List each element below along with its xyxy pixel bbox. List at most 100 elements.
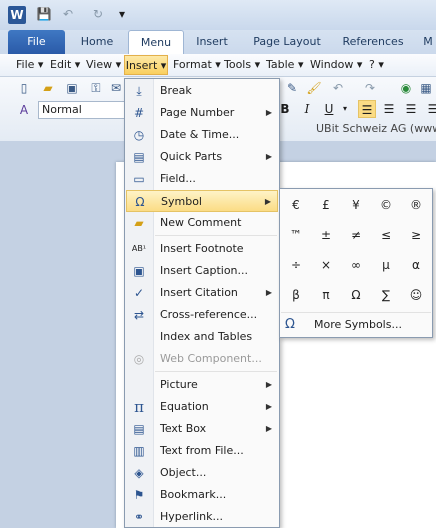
align-right-button[interactable]: ☰: [402, 100, 420, 118]
object-icon: ◈: [134, 466, 144, 480]
tab-insert[interactable]: Insert: [188, 30, 236, 54]
insert-menu-item-break[interactable]: ⤓ Break: [126, 80, 278, 102]
symbol-cell[interactable]: π: [312, 281, 340, 309]
justify-button[interactable]: ☰: [424, 100, 436, 118]
insert-menu-item-quick-parts[interactable]: ▤ Quick Parts ▶: [126, 146, 278, 168]
insert-menu-item-field[interactable]: ▭ Field...: [126, 168, 278, 190]
insert-menu-item-text-from-file[interactable]: ▥ Text from File...: [126, 440, 278, 462]
insert-menu-label: Text Box: [160, 422, 207, 435]
menu-window[interactable]: Window ▾: [310, 57, 362, 73]
symbol-cell[interactable]: €: [282, 191, 310, 219]
pi-icon: π: [134, 398, 144, 416]
symbol-cell[interactable]: µ: [372, 251, 400, 279]
menu-file[interactable]: File ▾: [16, 57, 43, 73]
symbol-cell[interactable]: ©: [372, 191, 400, 219]
caption-icon: ▣: [133, 264, 145, 278]
menu-insert[interactable]: Insert ▾: [124, 55, 168, 75]
tab-page-layout[interactable]: Page Layout: [248, 30, 326, 54]
tab-more[interactable]: M: [420, 30, 436, 54]
menu-help[interactable]: ? ▾: [369, 57, 384, 73]
insert-menu-item-hyperlink[interactable]: ⚭ Hyperlink...: [126, 506, 278, 528]
redo-icon[interactable]: ↻: [90, 6, 106, 22]
insert-menu-label: Date & Time...: [160, 128, 240, 141]
hyperlink-icon: ⚭: [133, 510, 145, 524]
menu-view[interactable]: View ▾: [86, 57, 121, 73]
symbol-cell[interactable]: ×: [312, 251, 340, 279]
underline-dropdown-icon[interactable]: ▾: [336, 100, 354, 118]
symbol-cell[interactable]: ™: [282, 221, 310, 249]
insert-menu-label: Index and Tables: [160, 330, 253, 343]
insert-menu-item-object[interactable]: ◈ Object...: [126, 462, 278, 484]
quick-parts-icon: ▤: [133, 150, 145, 164]
insert-menu-item-insert-footnote[interactable]: AB¹ Insert Footnote: [126, 238, 278, 260]
menu-separator: [155, 235, 277, 236]
symbol-cell[interactable]: ÷: [282, 251, 310, 279]
symbol-cell[interactable]: ≠: [342, 221, 370, 249]
save-toolbar-icon[interactable]: ▣: [64, 80, 80, 96]
save-icon[interactable]: 💾: [36, 6, 52, 22]
format-painter-icon[interactable]: 🖌: [306, 80, 322, 96]
tab-home[interactable]: Home: [72, 30, 122, 54]
insert-menu-item-insert-citation[interactable]: ✓ Insert Citation ▶: [126, 282, 278, 304]
insert-menu-label: New Comment: [160, 216, 242, 229]
format-brush-icon[interactable]: ✎: [284, 80, 300, 96]
customize-qat-icon[interactable]: ▾: [114, 6, 130, 22]
insert-menu-item-insert-caption[interactable]: ▣ Insert Caption...: [126, 260, 278, 282]
align-left-button[interactable]: ☰: [358, 100, 376, 118]
break-icon: ⤓: [136, 84, 142, 98]
omega-icon: Ω: [285, 317, 295, 332]
citation-icon: ✓: [133, 286, 145, 300]
email-icon[interactable]: ✉: [108, 80, 124, 96]
symbol-cell[interactable]: ≤: [372, 221, 400, 249]
insert-menu-item-symbol[interactable]: Ω Symbol ▶: [126, 190, 278, 212]
menu-tools[interactable]: Tools ▾: [224, 57, 260, 73]
symbol-cell[interactable]: ¥: [342, 191, 370, 219]
insert-menu-item-index-and-tables[interactable]: Index and Tables: [126, 326, 278, 348]
tab-menu[interactable]: Menu: [128, 30, 184, 55]
insert-menu-label: Equation: [160, 400, 209, 413]
symbol-cell[interactable]: ±: [312, 221, 340, 249]
undo-toolbar-icon[interactable]: ↶: [330, 80, 346, 96]
open-folder-icon[interactable]: ▰: [40, 80, 56, 96]
menu-edit[interactable]: Edit ▾: [50, 57, 80, 73]
insert-menu-item-bookmark[interactable]: ⚑ Bookmark...: [126, 484, 278, 506]
style-select[interactable]: Normal: [38, 101, 126, 119]
menu-table[interactable]: Table ▾: [266, 57, 303, 73]
bookmark-icon: ⚑: [133, 488, 145, 502]
symbol-cell[interactable]: ∞: [342, 251, 370, 279]
tab-file[interactable]: File: [8, 30, 65, 54]
insert-menu-item-new-comment[interactable]: ▰ New Comment: [126, 212, 278, 234]
undo-icon[interactable]: ↶: [60, 6, 76, 22]
align-center-button[interactable]: ☰: [380, 100, 398, 118]
menu-format[interactable]: Format ▾: [173, 57, 221, 73]
submenu-arrow-icon: ▶: [265, 424, 272, 433]
web-component-icon: ◎: [133, 352, 145, 366]
insert-menu-item-equation[interactable]: π Equation ▶: [126, 396, 278, 418]
tab-references[interactable]: References: [336, 30, 410, 54]
styles-icon[interactable]: A: [16, 102, 32, 118]
symbol-cell[interactable]: Ω: [342, 281, 370, 309]
insert-menu-item-picture[interactable]: Picture ▶: [126, 374, 278, 396]
symbol-cell[interactable]: ≥: [402, 221, 430, 249]
insert-menu-item-date-time[interactable]: ◷ Date & Time...: [126, 124, 278, 146]
table-icon[interactable]: ▦: [418, 80, 434, 96]
symbol-cell[interactable]: α: [402, 251, 430, 279]
redo-toolbar-icon[interactable]: ↷: [362, 80, 378, 96]
insert-menu-item-text-box[interactable]: ▤ Text Box ▶: [126, 418, 278, 440]
company-label: UBit Schweiz AG (www.: [316, 122, 436, 135]
symbol-cell[interactable]: ☺: [402, 281, 430, 309]
more-symbols-item[interactable]: Ω More Symbols...: [281, 312, 431, 337]
insert-menu-item-cross-reference[interactable]: ⇄ Cross-reference...: [126, 304, 278, 326]
menu-separator: [155, 371, 277, 372]
insert-menu-label: Bookmark...: [160, 488, 227, 501]
symbol-cell[interactable]: ®: [402, 191, 430, 219]
permission-icon[interactable]: ⚿: [88, 80, 104, 96]
globe-icon[interactable]: ◉: [398, 80, 414, 96]
new-document-icon[interactable]: ▯: [16, 80, 32, 96]
insert-menu-item-page-number[interactable]: # Page Number ▶: [126, 102, 278, 124]
symbol-cell[interactable]: β: [282, 281, 310, 309]
symbol-cell[interactable]: ∑: [372, 281, 400, 309]
insert-menu-label: Field...: [160, 172, 196, 185]
symbol-cell[interactable]: £: [312, 191, 340, 219]
italic-button[interactable]: I: [298, 100, 316, 118]
